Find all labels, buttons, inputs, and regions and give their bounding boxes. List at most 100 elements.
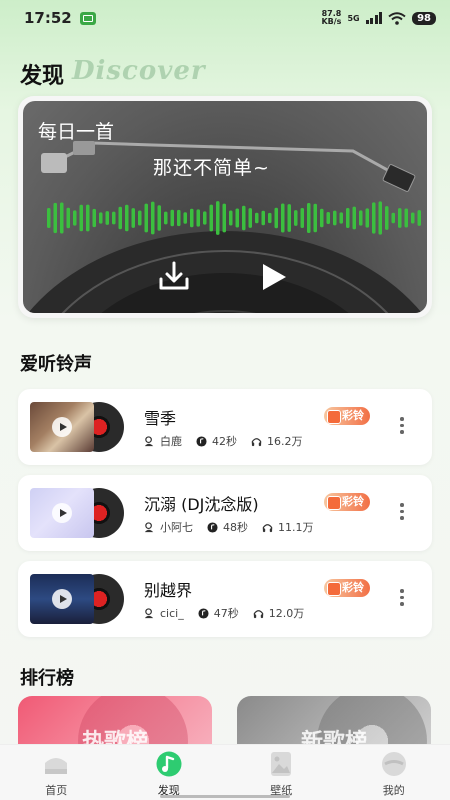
wave-bar	[372, 202, 376, 234]
wave-bar	[391, 212, 395, 224]
wave-bar	[287, 204, 291, 232]
wave-bar	[170, 209, 174, 227]
wave-bar	[378, 201, 382, 235]
song-cover[interactable]	[30, 574, 126, 624]
user-icon	[144, 607, 154, 618]
battery-indicator: 98	[412, 11, 436, 25]
play-icon[interactable]	[52, 417, 72, 437]
song-cover[interactable]	[30, 488, 126, 538]
network-speed: 87.8 KB/s	[321, 9, 342, 26]
play-icon[interactable]	[257, 261, 289, 293]
wave-bar	[47, 208, 51, 228]
wave-bar	[248, 208, 252, 228]
caiying-tag[interactable]: 彩铃	[324, 407, 370, 425]
wave-bar	[92, 208, 96, 228]
caiying-tag[interactable]: 彩铃	[324, 579, 370, 597]
audio-wave-visualization	[47, 201, 421, 235]
wave-bar	[66, 207, 70, 229]
wave-bar	[346, 208, 350, 228]
wave-bar	[157, 205, 161, 231]
charts-section-title: 排行榜	[20, 668, 74, 689]
status-time: 17:52	[24, 9, 72, 27]
wave-bar	[242, 205, 246, 231]
music-note-icon	[196, 435, 207, 447]
wave-bar	[209, 204, 213, 232]
wave-bar	[183, 212, 187, 224]
wave-bar	[151, 201, 155, 235]
ringtones-section-title: 爱听铃声	[20, 354, 92, 375]
status-bar: 17:52 87.8 KB/s 5G 98	[0, 0, 450, 36]
more-options-icon[interactable]	[398, 417, 406, 437]
home-indicator	[160, 795, 290, 798]
tab-profile[interactable]: 我的	[338, 745, 450, 800]
song-plays: 16.2万	[267, 435, 303, 448]
wave-bar	[359, 210, 363, 226]
more-options-icon[interactable]	[398, 503, 406, 523]
download-icon[interactable]	[157, 259, 191, 293]
ringtone-item[interactable]: 别越界 cici_ 47秒 12.0万 彩铃	[18, 561, 432, 637]
page-title: 发现	[20, 64, 65, 89]
wave-bar	[86, 204, 90, 232]
wave-bar	[60, 202, 64, 234]
song-artist: cici_	[160, 606, 184, 620]
wave-bar	[411, 212, 415, 224]
song-artist: 白鹿	[160, 435, 182, 448]
play-icon[interactable]	[52, 503, 72, 523]
wave-bar	[216, 201, 220, 235]
headphones-icon	[262, 523, 273, 532]
wave-bar	[339, 212, 343, 224]
wave-bar	[138, 210, 142, 226]
wave-bar	[105, 211, 109, 225]
song-duration: 42秒	[212, 435, 237, 448]
caiying-tag[interactable]: 彩铃	[324, 493, 370, 511]
wave-bar	[385, 206, 389, 230]
wifi-icon	[388, 11, 406, 25]
play-icon[interactable]	[52, 589, 72, 609]
daily-song-label: 每日一首	[38, 121, 115, 143]
home-icon	[45, 758, 68, 774]
wave-bar	[404, 208, 408, 228]
tab-discover[interactable]: 发现	[113, 745, 226, 800]
song-meta: cici_ 47秒 12.0万	[144, 605, 304, 621]
wave-bar	[112, 211, 116, 225]
ringtone-item[interactable]: 雪季 白鹿 42秒 16.2万 彩铃	[18, 389, 432, 465]
song-artist: 小阿七	[160, 521, 193, 534]
wave-bar	[281, 203, 285, 233]
daily-song-cover: 每日一首 那还不简单~	[23, 101, 427, 313]
wave-bar	[125, 204, 129, 232]
wave-bar	[398, 208, 402, 228]
wave-bar	[73, 210, 77, 226]
song-name: 雪季	[144, 409, 177, 428]
wave-bar	[326, 212, 330, 224]
tab-wallpaper[interactable]: 壁纸	[225, 745, 338, 800]
wave-bar	[144, 203, 148, 233]
wave-bar	[255, 212, 259, 224]
song-duration: 47秒	[213, 607, 239, 620]
wave-bar	[235, 208, 239, 228]
wave-bar	[177, 209, 181, 227]
wave-bar	[190, 208, 194, 228]
wave-bar	[229, 210, 233, 226]
daily-song-card[interactable]: 每日一首 那还不简单~	[18, 96, 432, 318]
tab-label: 首页	[45, 784, 68, 797]
headphones-icon	[253, 609, 263, 618]
ringtone-item[interactable]: 沉溺 (DJ沈念版) 小阿七 48秒 11.1万 彩铃	[18, 475, 432, 551]
wallpaper-icon	[271, 752, 292, 776]
wave-bar	[203, 211, 207, 225]
wave-bar	[333, 210, 337, 226]
more-options-icon[interactable]	[398, 589, 406, 609]
wave-bar	[99, 212, 103, 224]
headphones-icon	[251, 437, 262, 446]
network-type: 5G	[347, 13, 360, 23]
song-cover[interactable]	[30, 402, 126, 452]
profile-icon	[381, 752, 406, 776]
wave-bar	[417, 210, 421, 226]
wave-bar	[118, 206, 122, 230]
wave-bar	[79, 204, 83, 232]
signal-icon	[365, 12, 383, 24]
tab-home[interactable]: 首页	[0, 745, 113, 800]
wave-bar	[365, 208, 369, 228]
wave-bar	[53, 202, 57, 234]
song-meta: 小阿七 48秒 11.1万	[144, 519, 314, 535]
song-plays: 12.0万	[268, 607, 305, 620]
